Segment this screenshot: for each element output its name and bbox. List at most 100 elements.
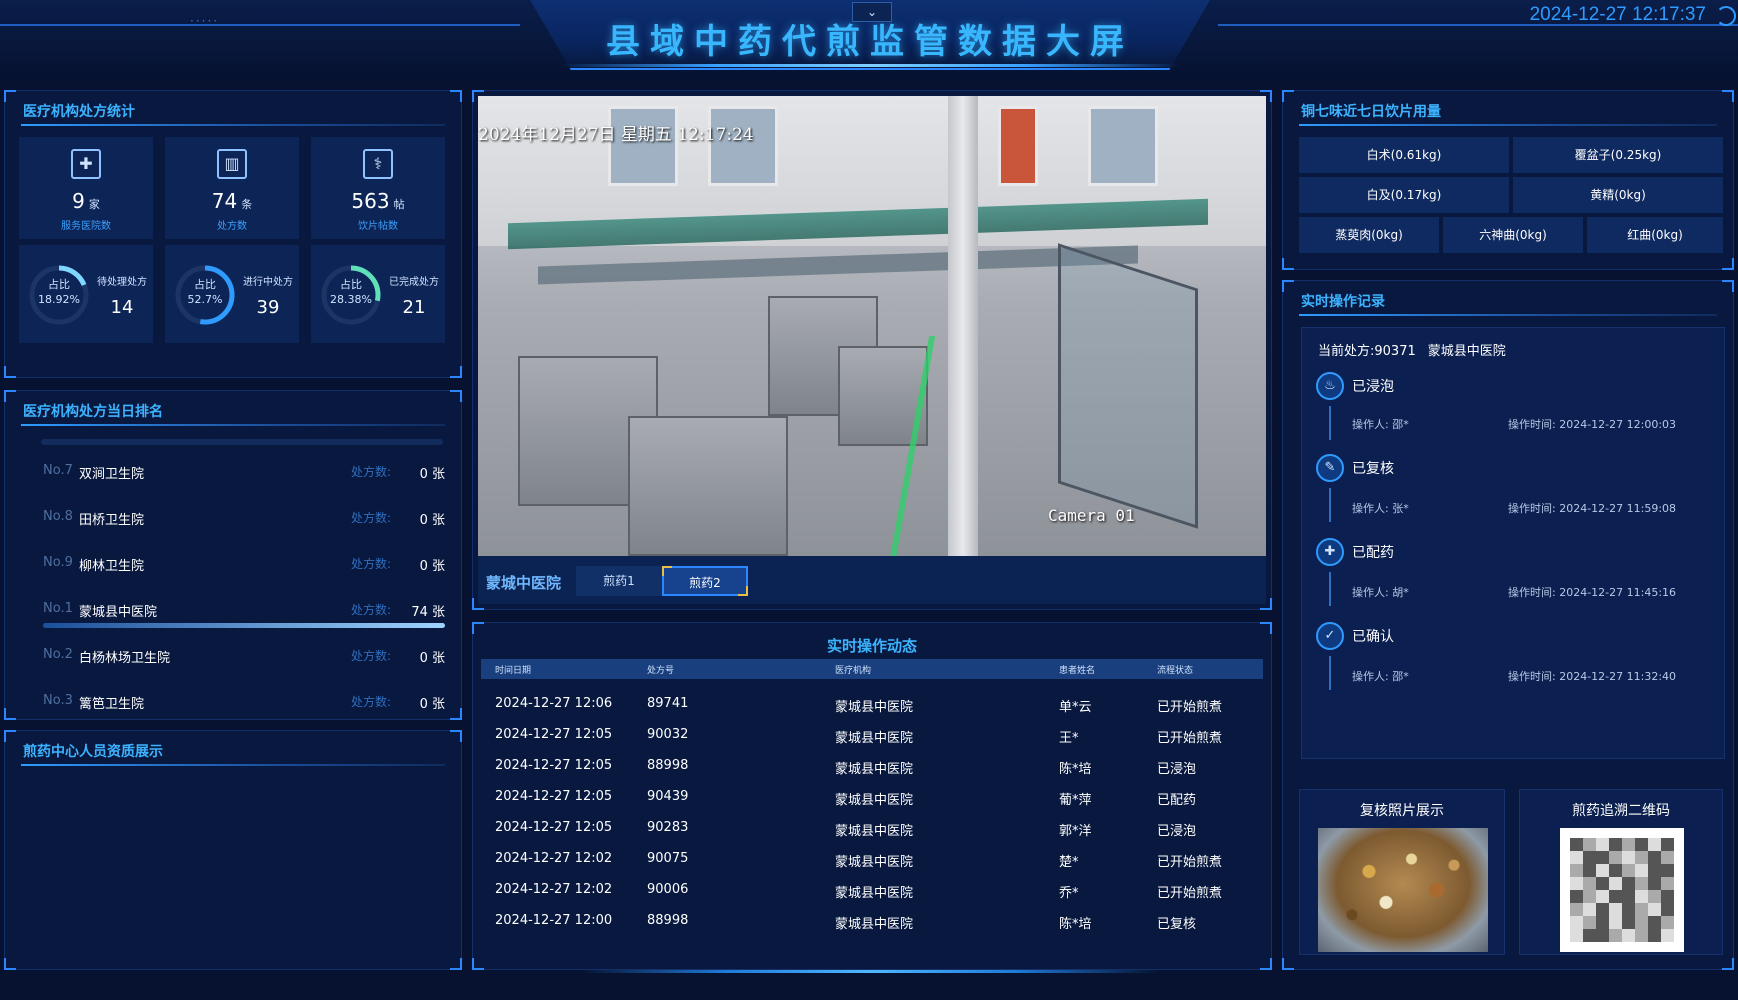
step-status: 已浸泡 — [1352, 379, 1394, 395]
rank-field-label: 处方数: — [350, 695, 391, 709]
trace-qr-panel: 煎药追溯二维码 — [1519, 789, 1723, 955]
operation-time: 2024-12-27 11:32:40 — [1559, 670, 1677, 683]
operator-name: 邵* — [1392, 418, 1409, 431]
table-cell: 蒙城县中医院 — [835, 824, 914, 839]
ring-prefix: 占比 — [194, 278, 216, 291]
table-row[interactable]: 2024-12-27 12:02 90075 蒙城县中医院 楚* 已开始煎煮 — [481, 844, 1263, 874]
review-photo-panel: 复核照片展示 — [1299, 789, 1505, 955]
table-cell: 2024-12-27 12:05 — [495, 789, 613, 804]
current-org: 蒙城县中医院 — [1427, 344, 1506, 359]
camera-tab-2[interactable]: 煎药2 — [662, 566, 748, 596]
chevron-down-icon: ⌄ — [866, 5, 878, 19]
panel-title: 实时操作动态 — [826, 637, 917, 655]
step-status: 已复核 — [1352, 461, 1394, 477]
ranking-row[interactable]: No.9 柳林卫生院 处方数: 0 张 — [25, 549, 449, 579]
step-status: 已配药 — [1352, 545, 1394, 561]
time-label: 操作时间: — [1508, 502, 1556, 515]
stat-label: 饮片帖数 — [358, 221, 398, 232]
column-header: 时间日期 — [495, 666, 532, 676]
trace-qr-title: 煎药追溯二维码 — [1572, 803, 1670, 819]
ranking-row[interactable]: No.3 篱笆卫生院 处方数: 0 张 — [25, 687, 449, 717]
operation-log-panel: 实时操作记录 当前处方:90371 蒙城县中医院 ♨ 已浸泡 操作人: 邵* 操作… — [1282, 280, 1734, 970]
operator-name: 胡* — [1392, 586, 1409, 599]
table-row[interactable]: 2024-12-27 12:05 90439 蒙城县中医院 葡*萍 已配药 — [481, 782, 1263, 812]
refresh-icon[interactable] — [1716, 6, 1736, 26]
table-row[interactable]: 2024-12-27 12:05 90032 蒙城县中医院 王* 已开始煎煮 — [481, 720, 1263, 750]
table-cell: 陈*培 — [1059, 762, 1092, 777]
time-label: 操作时间: — [1508, 418, 1556, 431]
operation-time: 2024-12-27 12:00:03 — [1559, 418, 1677, 431]
panel-title: 实时操作记录 — [1301, 294, 1385, 310]
camera-tab-1[interactable]: 煎药1 — [576, 566, 662, 596]
table-header: 时间日期 处方号 医疗机构 患者姓名 流程状态 — [481, 659, 1263, 679]
table-cell: 2024-12-27 12:06 — [495, 696, 613, 711]
table-cell: 2024-12-27 12:02 — [495, 882, 613, 897]
confirm-icon: ✓ — [1316, 622, 1344, 650]
stat-value: 563 — [351, 189, 390, 213]
ring-label: 已完成处方 — [389, 277, 439, 288]
rank-field-label: 处方数: — [350, 603, 391, 617]
table-cell: 蒙城县中医院 — [835, 917, 914, 932]
rank-field-label: 处方数: — [350, 465, 391, 479]
rank-name: 田桥卫生院 — [79, 513, 145, 528]
ring-card-pending: 占比 18.92% 待处理处方 14 — [19, 245, 153, 343]
stat-label: 处方数 — [217, 221, 247, 232]
table-cell: 已开始煎煮 — [1157, 855, 1223, 870]
table-row[interactable]: 2024-12-27 12:06 89741 蒙城县中医院 单*云 已开始煎煮 — [481, 689, 1263, 719]
step-status: 已确认 — [1352, 629, 1394, 645]
realtime-table-panel: 实时操作动态 时间日期 处方号 医疗机构 患者姓名 流程状态 2024-12-2… — [472, 622, 1272, 970]
table-cell: 88998 — [647, 913, 689, 928]
rank-number: No.8 — [43, 509, 73, 524]
footer-glow — [580, 970, 1160, 973]
collapse-toggle-button[interactable]: ⌄ — [852, 2, 892, 22]
stat-card-doses: ⚕ 563 帖 饮片帖数 — [311, 137, 445, 239]
table-row[interactable]: 2024-12-27 12:05 88998 蒙城县中医院 陈*培 已浸泡 — [481, 751, 1263, 781]
rank-name: 白杨林场卫生院 — [79, 651, 171, 666]
table-cell: 89741 — [647, 696, 689, 711]
ranking-row[interactable]: No.7 双涧卫生院 处方数: 0 张 — [25, 457, 449, 487]
rank-bar-fill — [43, 623, 445, 628]
rank-name: 蒙城县中医院 — [79, 605, 158, 620]
table-cell: 单*云 — [1059, 700, 1092, 715]
review-icon: ✎ — [1316, 454, 1344, 482]
table-row[interactable]: 2024-12-27 12:00 88998 蒙城县中医院 陈*培 已复核 — [481, 906, 1263, 936]
header-decoration: ····· — [190, 14, 220, 28]
camera-selector-bar: 蒙城中医院 煎药1 煎药2 — [478, 556, 1266, 604]
table-cell: 90032 — [647, 727, 689, 742]
table-cell: 90006 — [647, 882, 689, 897]
column-header: 患者姓名 — [1059, 666, 1096, 676]
rank-value: 0 张 — [419, 651, 445, 666]
rank-value: 0 张 — [419, 513, 445, 528]
ring-value: 14 — [110, 297, 134, 318]
table-cell: 陈*培 — [1059, 917, 1092, 932]
staff-panel: 煎药中心人员资质展示 — [4, 730, 462, 970]
operator-label: 操作人: — [1352, 586, 1389, 599]
ranking-row[interactable]: No.1 蒙城县中医院 处方数: 74 张 — [25, 595, 449, 628]
herb-tile: 覆盆子(0.25kg) — [1513, 137, 1723, 173]
panel-title: 医疗机构处方统计 — [23, 104, 135, 120]
ranking-row[interactable]: No.2 白杨林场卫生院 处方数: 0 张 — [25, 641, 449, 671]
ring-card-completed: 占比 28.38% 已完成处方 21 — [311, 245, 445, 343]
table-cell: 2024-12-27 12:05 — [495, 820, 613, 835]
rank-number: No.2 — [43, 647, 73, 662]
column-header: 流程状态 — [1157, 666, 1194, 676]
table-cell: 2024-12-27 12:00 — [495, 913, 613, 928]
rank-number: No.3 — [43, 693, 73, 708]
title-plate-glow — [560, 64, 1180, 67]
table-row[interactable]: 2024-12-27 12:02 90006 蒙城县中医院 乔* 已开始煎煮 — [481, 875, 1263, 905]
review-photo[interactable] — [1318, 828, 1488, 952]
time-label: 操作时间: — [1508, 586, 1556, 599]
ranking-row[interactable]: No.8 田桥卫生院 处方数: 0 张 — [25, 503, 449, 533]
table-cell: 楚* — [1059, 855, 1079, 870]
trace-qr-code[interactable] — [1560, 828, 1684, 952]
table-cell: 蒙城县中医院 — [835, 855, 914, 870]
herb-tile: 白及(0.17kg) — [1299, 177, 1509, 213]
herb-tile: 黄精(0kg) — [1513, 177, 1723, 213]
operation-time: 2024-12-27 11:59:08 — [1559, 502, 1677, 515]
stat-value: 74 — [211, 189, 238, 213]
panel-title: 医疗机构处方当日排名 — [23, 404, 163, 420]
camera-feed[interactable]: 2024年12月27日 星期五 12:17:24 Camera 01 — [478, 96, 1266, 556]
table-cell: 蒙城县中医院 — [835, 886, 914, 901]
table-row[interactable]: 2024-12-27 12:05 90283 蒙城县中医院 郭*洋 已浸泡 — [481, 813, 1263, 843]
rank-name: 篱笆卫生院 — [79, 697, 145, 712]
